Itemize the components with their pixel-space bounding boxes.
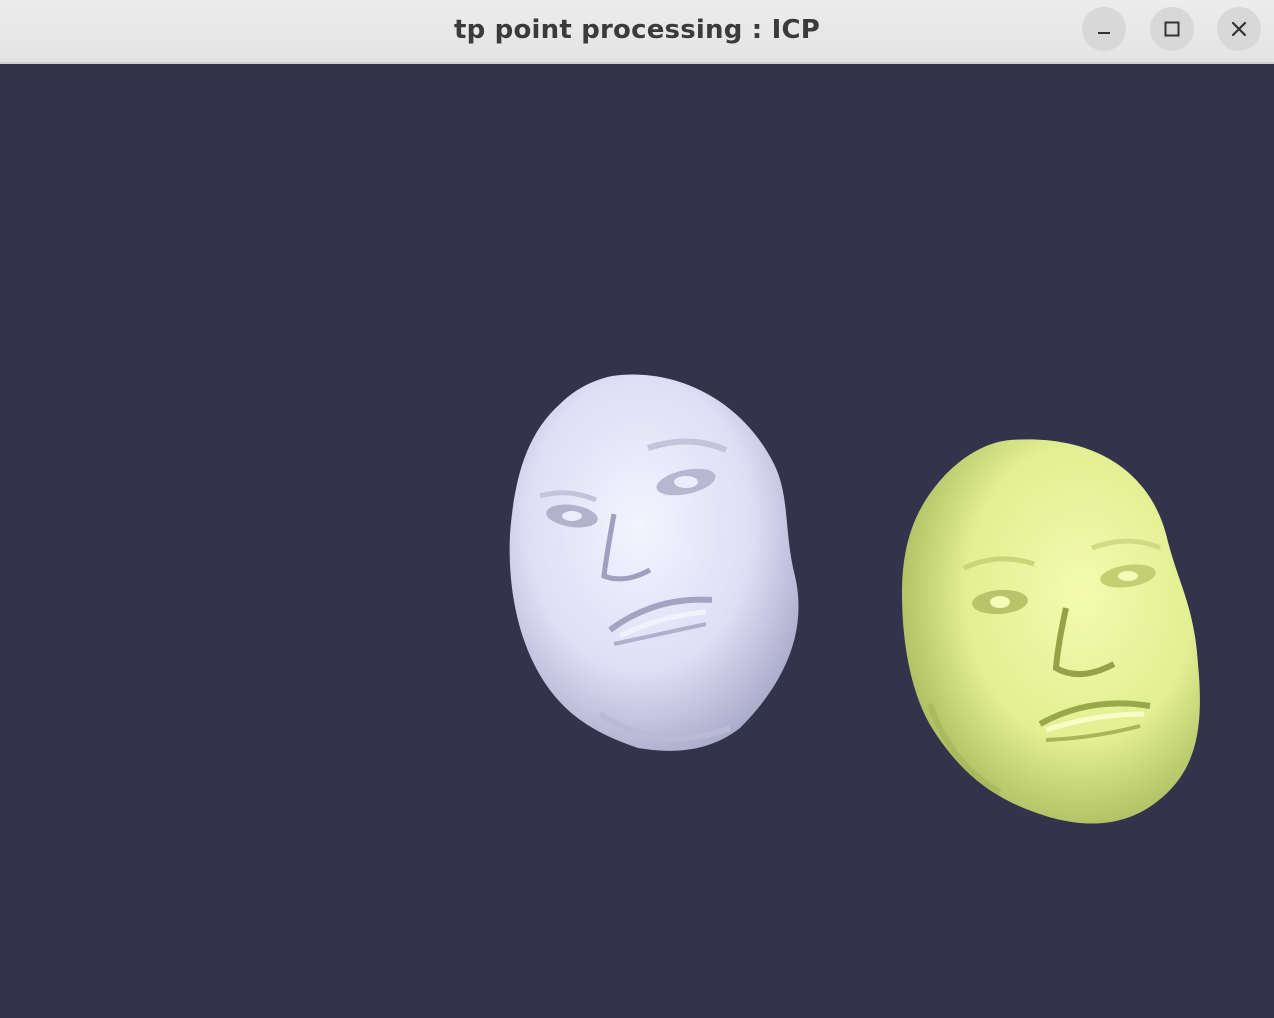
close-icon bbox=[1230, 20, 1248, 38]
minimize-button[interactable] bbox=[1082, 7, 1126, 51]
title-bar[interactable]: tp point processing : ICP bbox=[0, 0, 1274, 64]
close-button[interactable] bbox=[1217, 7, 1261, 51]
target-face-mesh bbox=[902, 439, 1200, 824]
maximize-button[interactable] bbox=[1150, 7, 1194, 51]
maximize-icon bbox=[1163, 20, 1181, 38]
source-face-mesh bbox=[509, 374, 799, 751]
3d-viewport[interactable] bbox=[0, 64, 1274, 1018]
minimize-icon bbox=[1096, 21, 1112, 37]
app-window: tp point processing : ICP bbox=[0, 0, 1274, 1018]
